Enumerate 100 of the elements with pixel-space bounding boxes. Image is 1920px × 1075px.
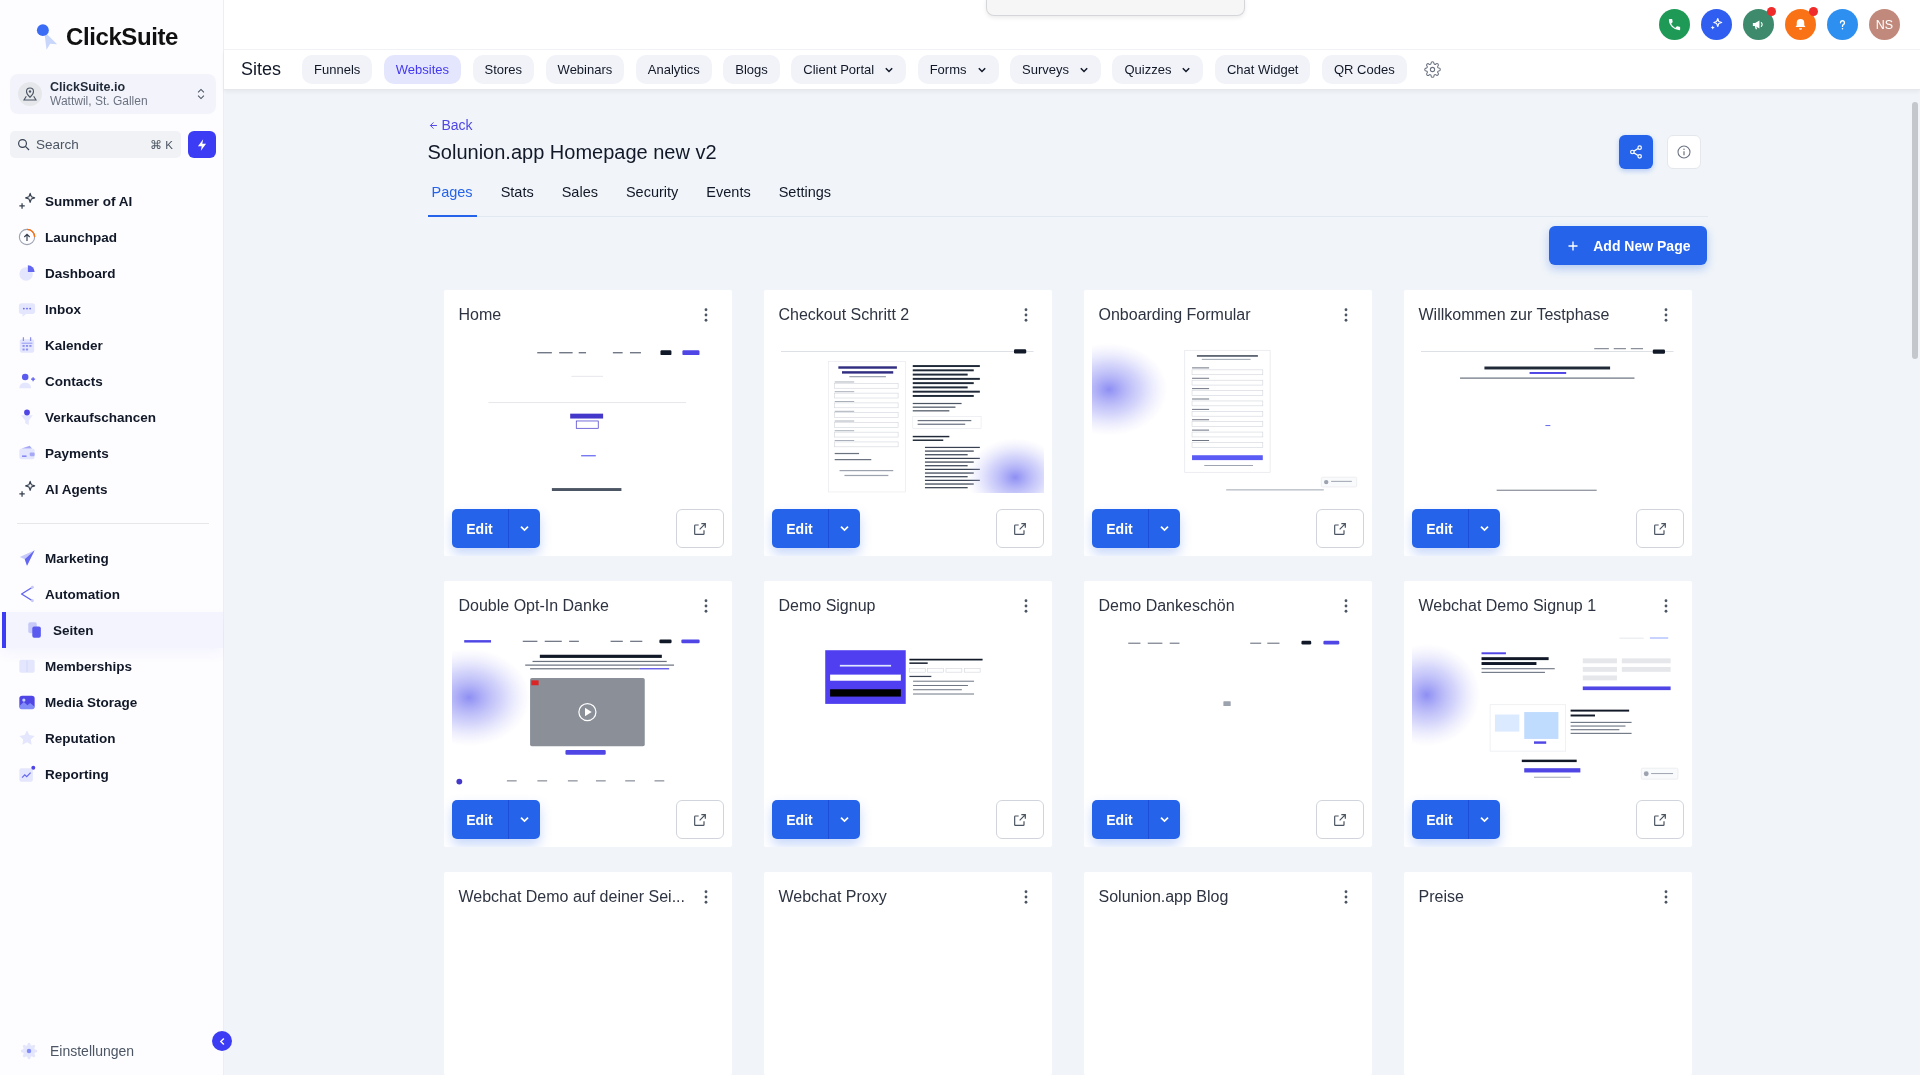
nav-tab[interactable]: Chat Widget (1214, 55, 1311, 84)
edit-button[interactable]: Edit (1411, 800, 1468, 839)
edit-options-button[interactable] (1147, 509, 1180, 548)
sidebar-item[interactable]: AI Agents (0, 471, 223, 507)
sidebar-item[interactable]: Payments (0, 435, 223, 471)
info-button[interactable] (1666, 135, 1701, 169)
nav-tab[interactable]: Analytics (635, 55, 712, 84)
open-page-button[interactable] (995, 800, 1044, 839)
nav-tab[interactable]: Stores (472, 55, 535, 84)
kebab-menu-icon[interactable] (1023, 308, 1028, 322)
nav-tab[interactable]: Quizzes (1112, 55, 1204, 84)
edit-options-button[interactable] (827, 800, 860, 839)
page-tab[interactable]: Pages (427, 169, 477, 217)
nav-tab[interactable]: Surveys (1010, 55, 1101, 84)
kebab-menu-icon[interactable] (1023, 599, 1028, 613)
sidebar-item[interactable]: Verkaufschancen (0, 399, 223, 435)
kebab-menu-icon[interactable] (1343, 308, 1348, 322)
edit-button[interactable]: Edit (451, 509, 508, 548)
page-tab[interactable]: Security (621, 169, 683, 217)
sidebar-item[interactable]: Media Storage (0, 684, 223, 720)
help-button[interactable] (1827, 9, 1858, 40)
kebab-menu-icon[interactable] (703, 308, 708, 322)
nav-tab[interactable]: Funnels (302, 55, 373, 84)
sidebar-item[interactable]: Dashboard (0, 255, 223, 291)
notification-dot-icon (1767, 7, 1776, 16)
nav-tab[interactable]: QR Codes (1322, 55, 1407, 84)
kebab-menu-icon[interactable] (1023, 890, 1028, 904)
announcements-button[interactable] (1743, 9, 1774, 40)
sparkle-icon (1709, 17, 1724, 32)
sidebar-item[interactable]: Inbox (0, 291, 223, 327)
notifications-button[interactable] (1785, 9, 1816, 40)
page-tab[interactable]: Stats (496, 169, 538, 217)
external-link-icon (1651, 520, 1668, 537)
settings-link[interactable]: Einstellungen (0, 1033, 145, 1069)
search-input[interactable]: Search (36, 137, 145, 152)
sidebar-item[interactable]: Reputation (0, 720, 223, 756)
edit-options-button[interactable] (1467, 509, 1500, 548)
edit-options-button[interactable] (1147, 800, 1180, 839)
nav-tab[interactable]: Webinars (545, 55, 625, 84)
edit-button[interactable]: Edit (771, 509, 828, 548)
page-tab[interactable]: Sales (557, 169, 602, 217)
scrollbar-thumb[interactable] (1912, 102, 1918, 359)
kebab-menu-icon[interactable] (1343, 599, 1348, 613)
sidebar-item[interactable]: Memberships (0, 648, 223, 684)
edit-options-button[interactable] (827, 509, 860, 548)
sidebar-item[interactable]: Reporting (0, 756, 223, 792)
open-page-button[interactable] (1635, 509, 1684, 548)
calendar-icon (18, 336, 36, 354)
search-field[interactable]: Search ⌘ K (10, 131, 181, 158)
share-button[interactable] (1618, 135, 1653, 169)
sidebar-item[interactable]: Marketing (0, 540, 223, 576)
edit-button[interactable]: Edit (771, 800, 828, 839)
edit-button[interactable]: Edit (1411, 509, 1468, 548)
open-page-button[interactable] (675, 509, 724, 548)
sidebar-item[interactable]: Automation (0, 576, 223, 612)
share-icon (1627, 144, 1644, 160)
page-title: Solunion.app Homepage new v2 (427, 140, 717, 164)
card-title: Preise (1418, 888, 1464, 906)
edit-button[interactable]: Edit (1091, 800, 1148, 839)
kebab-menu-icon[interactable] (703, 599, 708, 613)
pages-icon (26, 621, 44, 639)
quick-action-button[interactable] (188, 131, 216, 158)
location-pin-icon (18, 82, 42, 106)
page-tab[interactable]: Settings (774, 169, 836, 217)
nav-tab[interactable]: Forms (917, 55, 999, 84)
open-page-button[interactable] (1315, 800, 1364, 839)
sidebar-item[interactable]: Contacts (0, 363, 223, 399)
pull-down-handle[interactable] (986, 0, 1245, 16)
sidebar-item[interactable]: Summer of AI (0, 183, 223, 219)
settings-icon[interactable] (1424, 61, 1442, 78)
kebab-menu-icon[interactable] (1663, 599, 1668, 613)
kebab-menu-icon[interactable] (1663, 890, 1668, 904)
sidebar-item[interactable]: Launchpad (0, 219, 223, 255)
account-switcher[interactable]: ClickSuite.io Wattwil, St. Gallen (10, 74, 216, 114)
open-page-button[interactable] (995, 509, 1044, 548)
open-page-button[interactable] (1635, 800, 1684, 839)
back-link[interactable]: Back (427, 117, 473, 134)
chevron-down-icon (518, 814, 530, 825)
kebab-menu-icon[interactable] (1663, 308, 1668, 322)
edit-options-button[interactable] (507, 509, 540, 548)
sidebar-item[interactable]: Seiten (2, 612, 223, 648)
nav-tab[interactable]: Client Portal (791, 55, 907, 84)
paper-plane-icon (18, 549, 36, 567)
add-new-page-button[interactable]: Add New Page (1549, 226, 1707, 265)
nav-tab[interactable]: Blogs (723, 55, 780, 84)
kebab-menu-icon[interactable] (1343, 890, 1348, 904)
phone-button[interactable] (1659, 9, 1690, 40)
open-page-button[interactable] (675, 800, 724, 839)
edit-button[interactable]: Edit (1091, 509, 1148, 548)
card-title: Webchat Proxy (778, 888, 887, 906)
edit-options-button[interactable] (1467, 800, 1500, 839)
shortcut-hint: ⌘ K (150, 137, 173, 152)
sidebar-item[interactable]: Kalender (0, 327, 223, 363)
ai-assistant-button[interactable] (1701, 9, 1732, 40)
kebab-menu-icon[interactable] (703, 890, 708, 904)
edit-options-button[interactable] (507, 800, 540, 839)
nav-tab[interactable]: Websites (383, 55, 461, 84)
page-tab[interactable]: Events (702, 169, 755, 217)
edit-button[interactable]: Edit (451, 800, 508, 839)
open-page-button[interactable] (1315, 509, 1364, 548)
